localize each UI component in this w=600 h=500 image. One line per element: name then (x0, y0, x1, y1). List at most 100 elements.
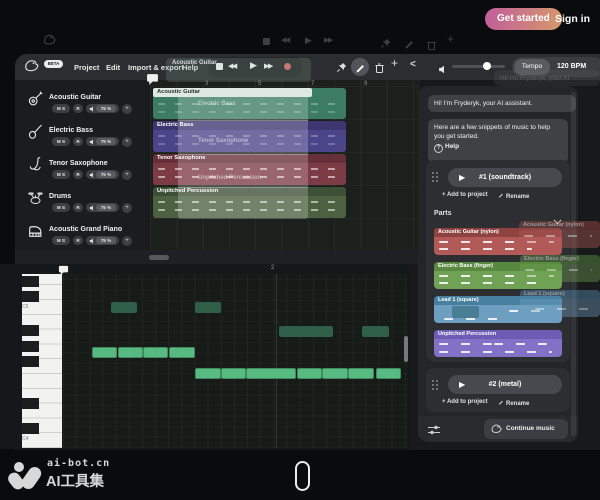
rename-button[interactable]: Rename (498, 399, 529, 407)
black-key[interactable] (22, 398, 39, 409)
question-icon: ? (434, 144, 443, 153)
add-to-project-button[interactable]: + Add to project (442, 399, 488, 405)
ghost-pin-icon (380, 36, 391, 54)
parts-toggle[interactable]: Parts (434, 210, 452, 217)
ghost-pencil-icon (404, 36, 415, 54)
black-key[interactable] (22, 423, 39, 434)
part-clip-label: Unpitched Percussion (434, 330, 562, 339)
mute-solo-buttons[interactable]: M S (52, 203, 70, 212)
ghost-part-label: Lead 1 (square) (520, 290, 600, 299)
drag-handle-icon[interactable] (432, 172, 434, 174)
watermark-name: AI工具集 (46, 470, 104, 491)
record-arm-button[interactable]: R (73, 203, 83, 212)
ghost-clip-label: Electric Bass (198, 101, 236, 107)
horizontal-scrollbar-handle[interactable] (149, 255, 169, 260)
sign-in-button[interactable]: Sign in (555, 13, 590, 25)
mute-solo-buttons[interactable]: M S (52, 236, 70, 245)
midi-note[interactable] (111, 302, 137, 313)
volume-control[interactable]: 75 % (86, 170, 119, 179)
mute-solo-buttons[interactable]: M S (52, 137, 70, 146)
settings-sliders-icon[interactable] (427, 423, 441, 441)
ghost-stop-icon (263, 38, 270, 45)
pencil-tool-button[interactable] (351, 58, 369, 76)
piano-roll-bar-number: 2 (271, 265, 274, 271)
track-name[interactable]: Acoustic Grand Piano (49, 226, 122, 233)
midi-note[interactable] (221, 368, 246, 379)
ghost-clip-header: Acoustic Guitar (153, 88, 312, 97)
volume-value: 75 % (96, 237, 116, 244)
record-arm-button[interactable]: R (73, 170, 83, 179)
track-name[interactable]: Electric Bass (49, 127, 93, 134)
midi-note[interactable] (348, 368, 374, 379)
cut-icon[interactable]: < (410, 59, 416, 70)
black-key[interactable] (22, 356, 39, 367)
track-options-button[interactable]: + (122, 170, 132, 180)
midi-note[interactable] (118, 347, 143, 358)
get-started-button[interactable]: Get started (485, 8, 562, 30)
add-icon[interactable]: + (391, 56, 398, 70)
add-to-project-button[interactable]: + Add to project (442, 192, 488, 198)
black-key[interactable] (22, 276, 39, 287)
snippet-play-pill[interactable]: ▶ #1 (soundtrack) (448, 168, 562, 187)
saxophone-icon (27, 156, 44, 178)
drag-handle-icon[interactable] (432, 380, 434, 382)
midi-note[interactable] (92, 347, 117, 358)
volume-control[interactable]: 75 % (86, 104, 119, 113)
continue-music-button[interactable]: Continue music (484, 419, 568, 439)
beta-badge: BETA (44, 60, 63, 68)
midi-note[interactable] (297, 368, 322, 379)
assistant-message: Hi! I'm Fryderyk, your AI assistant. (428, 95, 576, 112)
track-options-button[interactable]: + (122, 203, 132, 213)
horizontal-scrollbar-track[interactable] (15, 250, 418, 264)
watermark-logo-icon (8, 460, 42, 497)
mute-solo-buttons[interactable]: M S (52, 170, 70, 179)
midi-note[interactable] (246, 368, 296, 379)
midi-note[interactable] (195, 368, 221, 379)
track-name[interactable]: Drums (49, 193, 71, 200)
track-options-button[interactable]: + (122, 104, 132, 114)
vertical-scrollbar-handle[interactable] (404, 336, 408, 362)
midi-note[interactable] (322, 368, 348, 379)
volume-icon[interactable] (438, 61, 447, 79)
volume-control[interactable]: 75 % (86, 203, 119, 212)
snippet-play-pill[interactable]: ▶ #2 (metal) (448, 375, 562, 394)
piano-roll-grid[interactable] (63, 274, 408, 448)
black-key[interactable] (22, 325, 39, 336)
part-clip-unpitched-percussion[interactable]: Unpitched Percussion (434, 330, 562, 357)
pin-tool-icon[interactable] (336, 60, 347, 78)
snippet-card-2: ▶ #2 (metal) + Add to project Rename (426, 368, 570, 412)
volume-control[interactable]: 75 % (86, 236, 119, 245)
black-key[interactable] (22, 341, 39, 352)
menu-project[interactable]: Project (74, 63, 99, 72)
record-arm-button[interactable]: R (73, 137, 83, 146)
piano-keyboard[interactable] (22, 274, 62, 448)
midi-note[interactable] (195, 302, 221, 313)
assistant-message: Here are a few snippets of music to help… (428, 119, 568, 163)
track-options-button[interactable]: + (122, 236, 132, 246)
record-arm-button[interactable]: R (73, 104, 83, 113)
mute-solo-buttons[interactable]: M S (52, 104, 70, 113)
rename-button[interactable]: Rename (498, 192, 529, 200)
menu-edit[interactable]: Edit (106, 63, 120, 72)
trash-icon[interactable] (375, 60, 384, 78)
drag-ghost-label: Acoustic Guitar (172, 60, 217, 66)
volume-slider-track[interactable] (452, 65, 505, 68)
track-options-button[interactable]: + (122, 137, 132, 147)
watermark-site: ai-bot.cn (47, 458, 110, 469)
volume-control[interactable]: 75 % (86, 137, 119, 146)
tempo-value[interactable]: 120 BPM (557, 63, 586, 70)
playhead-marker-icon[interactable] (146, 73, 159, 91)
track-name[interactable]: Acoustic Guitar (49, 94, 101, 101)
volume-slider-knob[interactable] (483, 62, 491, 70)
record-arm-button[interactable]: R (73, 236, 83, 245)
black-key[interactable] (22, 291, 39, 302)
snippet-title: #2 (metal) (448, 375, 562, 394)
help-link[interactable]: ?Help (434, 143, 459, 150)
midi-note[interactable] (279, 326, 333, 337)
midi-note[interactable] (376, 368, 401, 379)
midi-note[interactable] (362, 326, 389, 337)
track-name[interactable]: Tenor Saxophone (49, 160, 108, 167)
ruler-bar-number: 9 (364, 81, 367, 87)
midi-note[interactable] (143, 347, 168, 358)
midi-note[interactable] (169, 347, 195, 358)
